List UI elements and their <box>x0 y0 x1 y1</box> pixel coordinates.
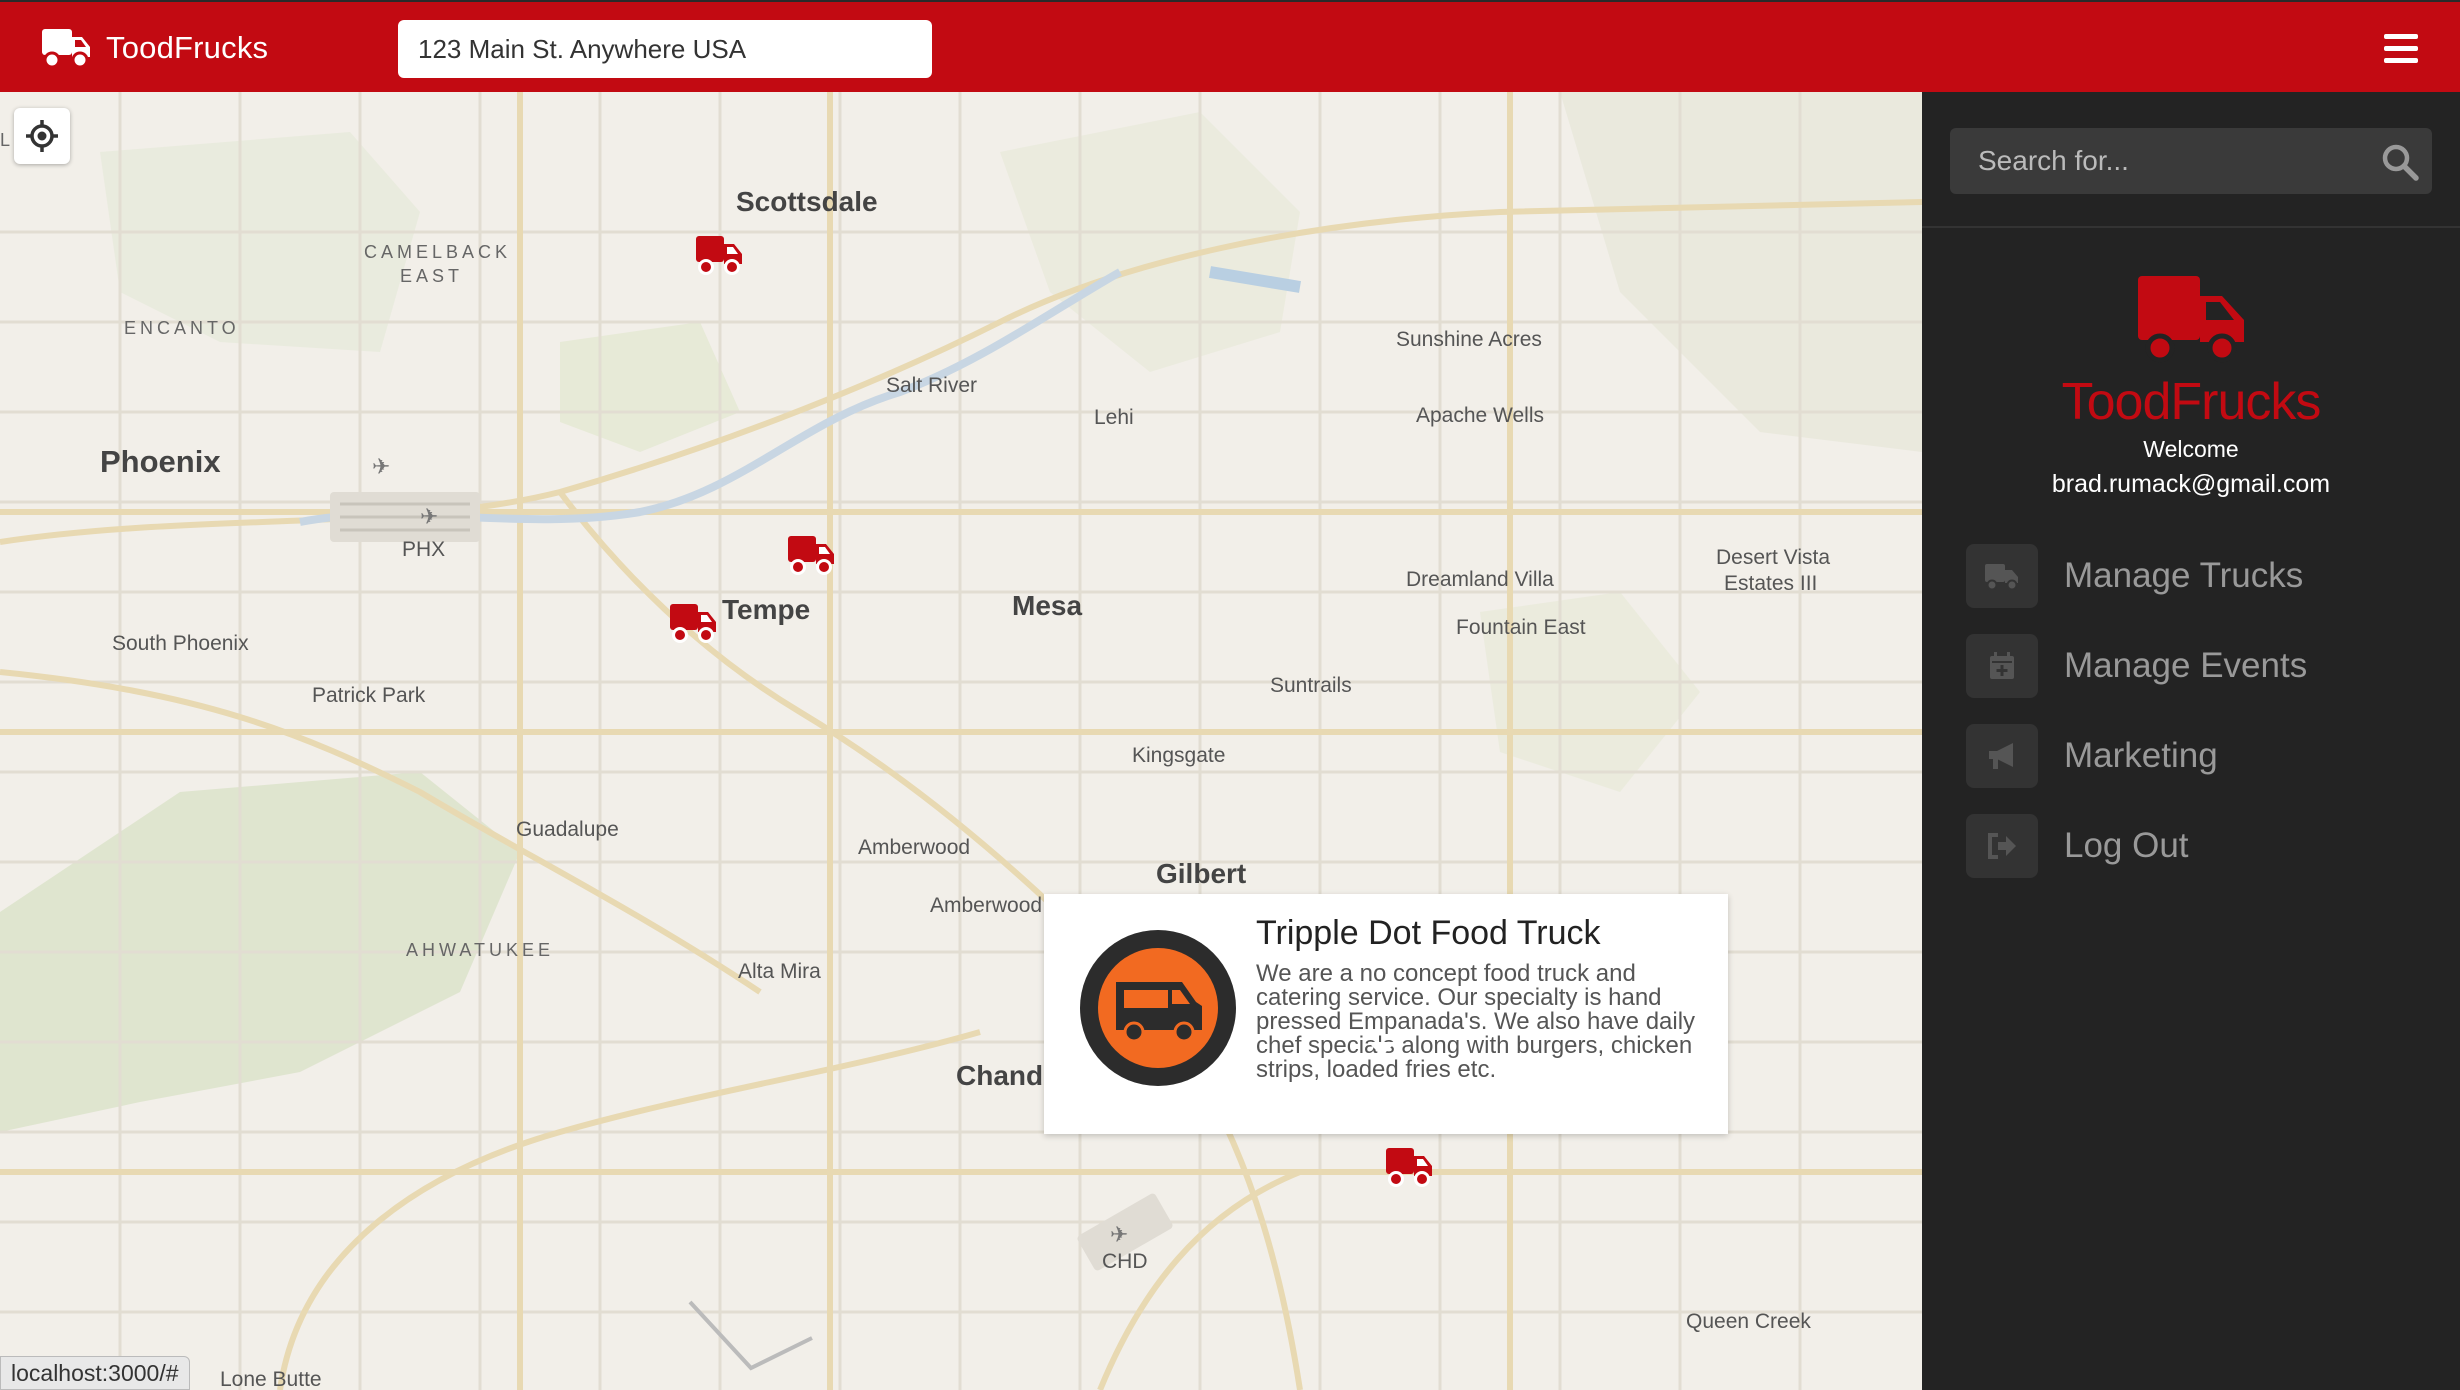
map-label-fountain-east: Fountain East <box>1456 616 1586 639</box>
map-label-desert-vista: Desert Vista <box>1716 546 1830 569</box>
calendar-plus-icon <box>1966 634 2038 698</box>
brand-name: ToodFrucks <box>106 30 269 65</box>
sidebar-search <box>1950 128 2432 194</box>
sidebar: ToodFrucks Welcome brad.rumack@gmail.com… <box>1922 92 2460 1390</box>
truck-marker-icon[interactable] <box>786 532 836 576</box>
map-label-suntrails: Suntrails <box>1270 674 1352 697</box>
map-label-apache-wells: Apache Wells <box>1416 404 1545 427</box>
brand[interactable]: ToodFrucks <box>40 24 268 72</box>
popup-description: We are a no concept food truck and cater… <box>1256 960 1696 1083</box>
nav-manage-events[interactable]: Manage Events <box>1966 634 2406 698</box>
truck-logo-icon <box>42 29 90 69</box>
map-label-patrick-park: Patrick Park <box>312 684 426 707</box>
map-label-queen-creek: Queen Creek <box>1686 1310 1811 1333</box>
address-input[interactable] <box>398 20 932 78</box>
top-navbar: ToodFrucks <box>0 0 2460 92</box>
map-label-kingsgate: Kingsgate <box>1132 744 1226 767</box>
map-label-scottsdale: Scottsdale <box>736 186 878 217</box>
search-input[interactable] <box>1950 128 2370 194</box>
map-label-dreamland-villa: Dreamland Villa <box>1406 568 1554 591</box>
truck-info-popup[interactable]: Tripple Dot Food Truck We are a no conce… <box>1044 894 1728 1134</box>
map[interactable]: ✈ ✈ ✈ L RA Scottsdale CAMELBACK EAST ENC… <box>0 92 1922 1390</box>
map-label-chandler: Chandl <box>956 1060 1051 1091</box>
map-label-chd: CHD <box>1102 1250 1148 1273</box>
svg-text:✈: ✈ <box>372 455 390 480</box>
svg-text:✈: ✈ <box>420 505 438 530</box>
nav-log-out[interactable]: Log Out <box>1966 814 2406 878</box>
status-url: localhost:3000/# <box>0 1356 190 1390</box>
map-label-phx: PHX <box>402 538 446 561</box>
truck-marker-icon[interactable] <box>694 232 744 276</box>
nav-marketing[interactable]: Marketing <box>1966 724 2406 788</box>
nav-label: Manage Trucks <box>2064 556 2304 595</box>
map-label-gilbert: Gilbert <box>1156 858 1247 889</box>
welcome-text: Welcome <box>2143 436 2239 462</box>
map-label-camelback-east: EAST <box>400 266 464 286</box>
map-label-tempe: Tempe <box>722 594 811 625</box>
food-truck-logo-icon <box>1080 930 1236 1086</box>
sidebar-brand: ToodFrucks <box>2061 373 2322 431</box>
map-label-guadalupe: Guadalupe <box>516 818 619 841</box>
map-label-alta-mira: Alta Mira <box>738 960 821 983</box>
map-label-camelback: CAMELBACK <box>364 242 512 262</box>
svg-text:✈: ✈ <box>1110 1223 1128 1248</box>
crosshair-icon <box>26 120 58 152</box>
nav-label: Manage Events <box>2064 646 2308 685</box>
locate-me-button[interactable] <box>14 108 70 164</box>
map-label-amberwood-2: Amberwood <box>930 894 1043 917</box>
hamburger-icon[interactable] <box>2384 34 2418 64</box>
nav-label: Marketing <box>2064 736 2218 775</box>
map-label-encanto: ENCANTO <box>124 318 240 338</box>
sign-out-icon <box>1966 814 2038 878</box>
map-label-estates-iii: Estates III <box>1724 572 1818 595</box>
truck-marker-icon[interactable] <box>1384 1144 1434 1188</box>
map-base: ✈ ✈ ✈ <box>0 92 1922 1390</box>
map-label-lehi: Lehi <box>1094 406 1134 429</box>
megaphone-icon <box>1966 724 2038 788</box>
popup-pointer <box>1368 1042 1396 1056</box>
map-label-phoenix: Phoenix <box>100 444 221 479</box>
truck-icon <box>1966 544 2038 608</box>
user-email: brad.rumack@gmail.com <box>2051 470 2331 498</box>
map-label-ahwatukee: AHWATUKEE <box>406 940 555 960</box>
chevron-down-icon[interactable] <box>686 1298 816 1390</box>
map-label-sunshine-acres: Sunshine Acres <box>1396 328 1542 351</box>
nav-manage-trucks[interactable]: Manage Trucks <box>1966 544 2406 608</box>
divider <box>1922 226 2460 228</box>
map-label-south-phoenix: South Phoenix <box>112 632 249 655</box>
popup-title: Tripple Dot Food Truck <box>1256 914 1601 952</box>
search-icon[interactable] <box>2380 142 2420 182</box>
nav-label: Log Out <box>2064 826 2189 865</box>
map-label-lone-butte: Lone Butte <box>220 1368 322 1390</box>
truck-marker-icon[interactable] <box>668 600 718 644</box>
truck-icon <box>2138 276 2244 363</box>
map-label-salt-river: Salt River <box>886 374 978 397</box>
map-label-amberwood: Amberwood <box>858 836 971 859</box>
map-label-mesa: Mesa <box>1012 590 1083 621</box>
